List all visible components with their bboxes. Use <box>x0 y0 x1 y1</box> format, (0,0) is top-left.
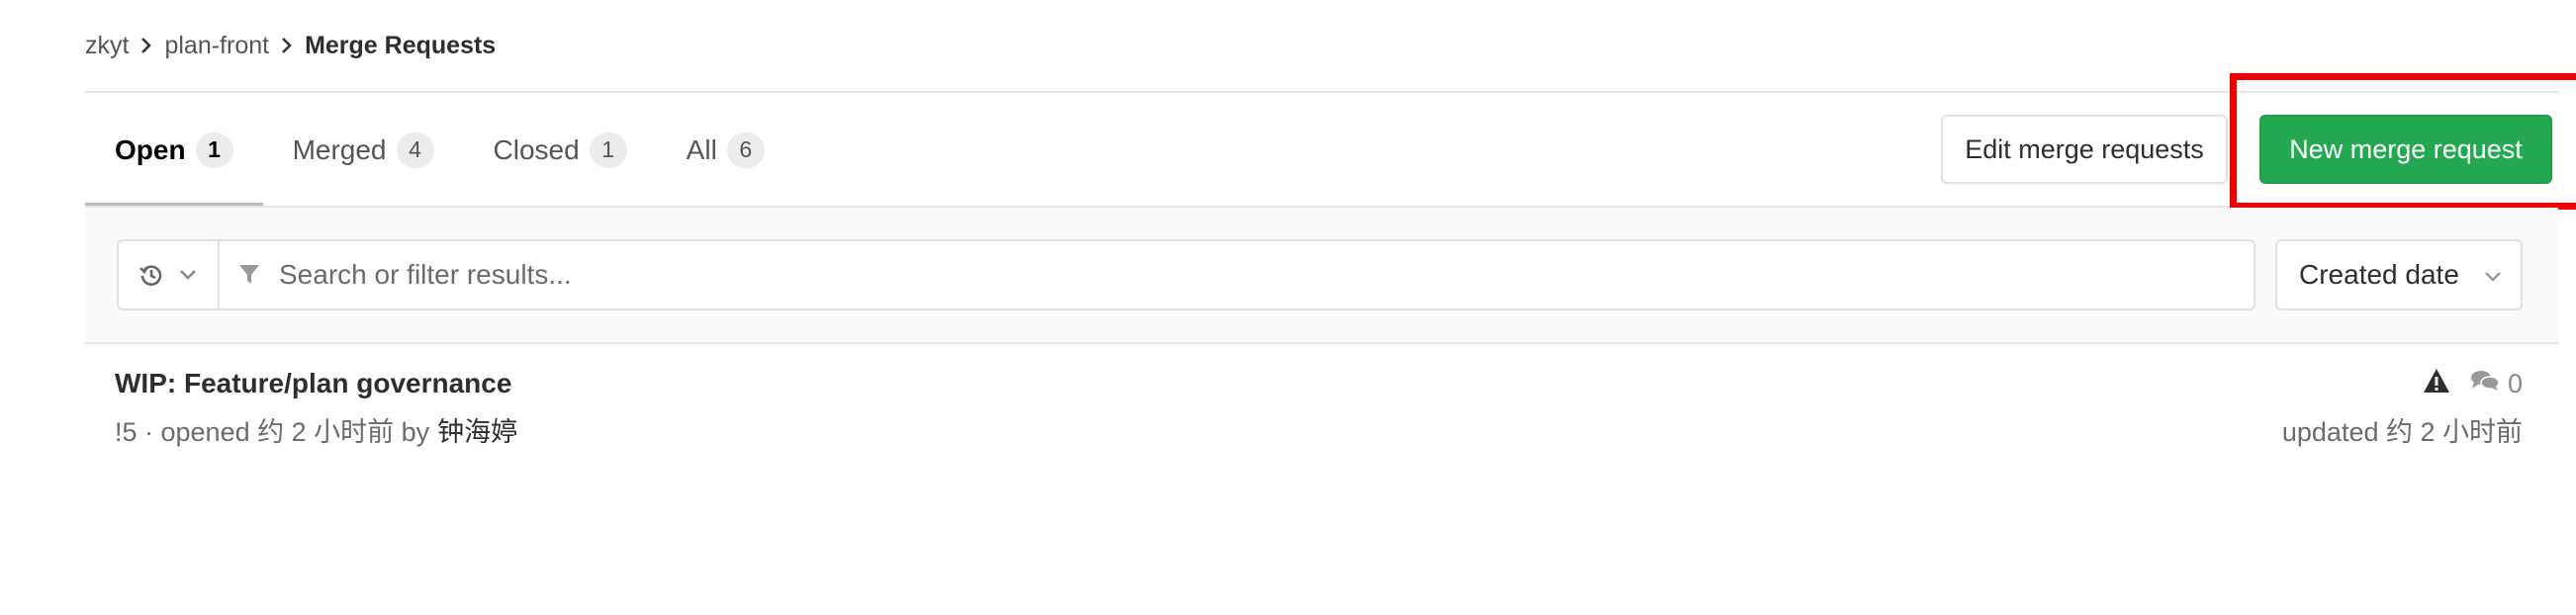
tab-all[interactable]: All 6 <box>657 93 794 207</box>
breadcrumb-item-group[interactable]: zkyt <box>85 32 129 60</box>
tab-label: Merged <box>292 133 387 165</box>
breadcrumb-current[interactable]: Merge Requests <box>305 32 496 60</box>
breadcrumb-item-project[interactable]: plan-front <box>164 32 269 60</box>
edit-merge-requests-button[interactable]: Edit merge requests <box>1941 115 2228 184</box>
chevron-right-icon <box>129 37 164 54</box>
sort-dropdown[interactable]: Created date <box>2275 239 2523 310</box>
chevron-down-icon <box>178 268 198 282</box>
merge-request-title[interactable]: WIP: Feature/plan governance <box>115 368 511 399</box>
warning-icon <box>2423 368 2450 400</box>
count-badge: 1 <box>195 132 233 168</box>
tab-label: Closed <box>493 133 580 165</box>
count-badge: 6 <box>726 132 765 168</box>
tab-label: All <box>686 133 717 165</box>
comment-count: 0 <box>2507 369 2523 398</box>
comments-icon <box>2470 369 2500 399</box>
sort-label: Created date <box>2299 259 2459 290</box>
highlight-annotation <box>2230 73 2576 210</box>
filter-icon <box>220 263 279 287</box>
chevron-down-icon <box>2483 259 2503 291</box>
tab-merged[interactable]: Merged 4 <box>263 93 464 207</box>
tab-label: Open <box>115 133 186 165</box>
merge-request-status: 0 <box>2423 368 2523 400</box>
breadcrumb: zkyt plan-front Merge Requests <box>85 28 496 63</box>
count-badge: 4 <box>396 132 434 168</box>
history-icon <box>138 262 164 288</box>
merge-request-info: !5 · opened 约 2 小时前 by <box>115 417 430 447</box>
tab-closed[interactable]: Closed 1 <box>464 93 657 207</box>
recent-searches-dropdown[interactable] <box>117 239 218 310</box>
chevron-right-icon <box>269 37 305 54</box>
tab-open[interactable]: Open 1 <box>85 93 263 207</box>
state-tabs: Open 1 Merged 4 Closed 1 All 6 <box>85 93 794 207</box>
author-link[interactable]: 钟海婷 <box>437 410 517 449</box>
count-badge: 1 <box>589 132 627 168</box>
search-input[interactable] <box>279 245 2218 305</box>
comments-link[interactable]: 0 <box>2470 369 2523 399</box>
updated-time: updated 约 2 小时前 <box>2281 417 2523 447</box>
search-filter-box <box>218 239 2255 310</box>
merge-request-meta: !5 · opened 约 2 小时前 by 钟海婷 <box>115 410 517 449</box>
